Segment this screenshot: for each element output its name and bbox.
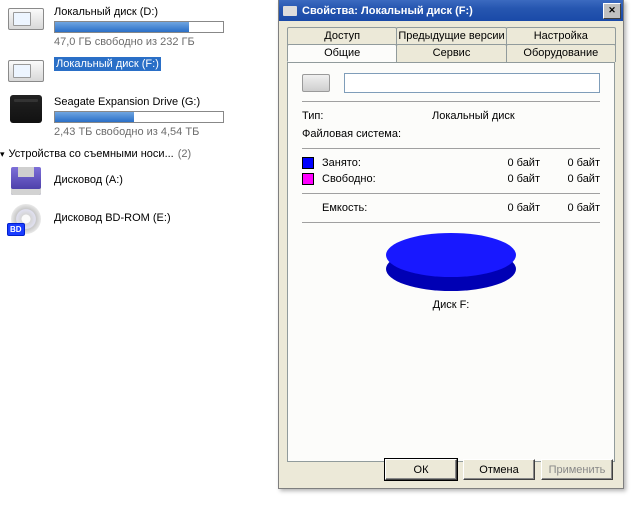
explorer-drive-list: Локальный диск (D:) 47,0 ГБ свободно из … [0, 0, 236, 518]
free-color-swatch [302, 173, 314, 185]
dialog-titlebar[interactable]: Свойства: Локальный диск (F:) ✕ [279, 0, 623, 21]
tab-customize[interactable]: Настройка [506, 27, 616, 45]
used-bytes-2: 0 байт [540, 157, 600, 169]
chevron-down-icon: ▾ [0, 149, 5, 160]
tab-general[interactable]: Общие [287, 44, 397, 62]
drive-item-e[interactable]: BD Дисковод BD-ROM (E:) [0, 200, 236, 238]
hdd-icon [8, 8, 44, 30]
pie-caption: Диск F: [302, 299, 600, 311]
drive-label: Дисковод BD-ROM (E:) [54, 212, 171, 224]
drive-item-a[interactable]: Дисковод (A:) [0, 162, 236, 200]
drive-label: Локальный диск (D:) [54, 6, 158, 18]
drive-mini-icon [283, 6, 297, 16]
filesystem-label: Файловая система: [302, 128, 432, 140]
tab-hardware[interactable]: Оборудование [506, 44, 616, 62]
capacity-bytes: 0 байт [480, 202, 540, 214]
cancel-button[interactable]: Отмена [463, 459, 535, 480]
hdd-icon [8, 60, 44, 82]
group-header-count: (2) [178, 148, 191, 160]
ok-button[interactable]: ОК [385, 459, 457, 480]
drive-label: Локальный диск (F:) [54, 57, 161, 71]
separator [302, 222, 600, 223]
disk-usage-pie [386, 233, 516, 291]
external-drive-icon [10, 95, 42, 123]
used-label: Занято: [322, 157, 480, 169]
group-header-label: Устройства со съемными носи... [9, 148, 174, 160]
tab-panel-general: Тип: Локальный диск Файловая система: За… [287, 62, 615, 462]
capacity-bar [54, 111, 224, 123]
capacity-bar [54, 21, 224, 33]
apply-button[interactable]: Применить [541, 459, 613, 480]
separator [302, 148, 600, 149]
free-bytes-2: 0 байт [540, 173, 600, 185]
free-bytes: 0 байт [480, 173, 540, 185]
drive-label: Дисковод (A:) [54, 174, 123, 186]
drive-label: Seagate Expansion Drive (G:) [54, 96, 200, 108]
tab-access[interactable]: Доступ [287, 27, 397, 45]
bd-disc-icon: BD [11, 204, 41, 234]
free-label: Свободно: [322, 173, 480, 185]
capacity-label: Емкость: [322, 202, 480, 214]
separator [302, 101, 600, 102]
volume-label-input[interactable] [344, 73, 600, 93]
used-color-swatch [302, 157, 314, 169]
used-bytes: 0 байт [480, 157, 540, 169]
capacity-bytes-2: 0 байт [540, 202, 600, 214]
separator [302, 193, 600, 194]
group-header-removable[interactable]: ▾ Устройства со съемными носи... (2) [0, 146, 236, 162]
drive-item-f[interactable]: Локальный диск (F:) [0, 52, 236, 90]
bd-badge: BD [7, 223, 25, 236]
drive-sub: 47,0 ГБ свободно из 232 ГБ [54, 35, 224, 49]
type-label: Тип: [302, 110, 432, 122]
close-button[interactable]: ✕ [603, 3, 621, 19]
tab-previous-versions[interactable]: Предыдущие версии [396, 27, 506, 45]
drive-sub: 2,43 ТБ свободно из 4,54 ТБ [54, 125, 224, 139]
drive-item-g[interactable]: Seagate Expansion Drive (G:) 2,43 ТБ сво… [0, 90, 236, 142]
drive-mini-icon [302, 74, 330, 92]
drive-item-d[interactable]: Локальный диск (D:) 47,0 ГБ свободно из … [0, 0, 236, 52]
properties-dialog: Свойства: Локальный диск (F:) ✕ Доступ П… [278, 0, 624, 489]
tab-tools[interactable]: Сервис [396, 44, 506, 62]
floppy-icon [11, 167, 41, 195]
type-value: Локальный диск [432, 110, 515, 122]
dialog-title: Свойства: Локальный диск (F:) [302, 5, 603, 17]
